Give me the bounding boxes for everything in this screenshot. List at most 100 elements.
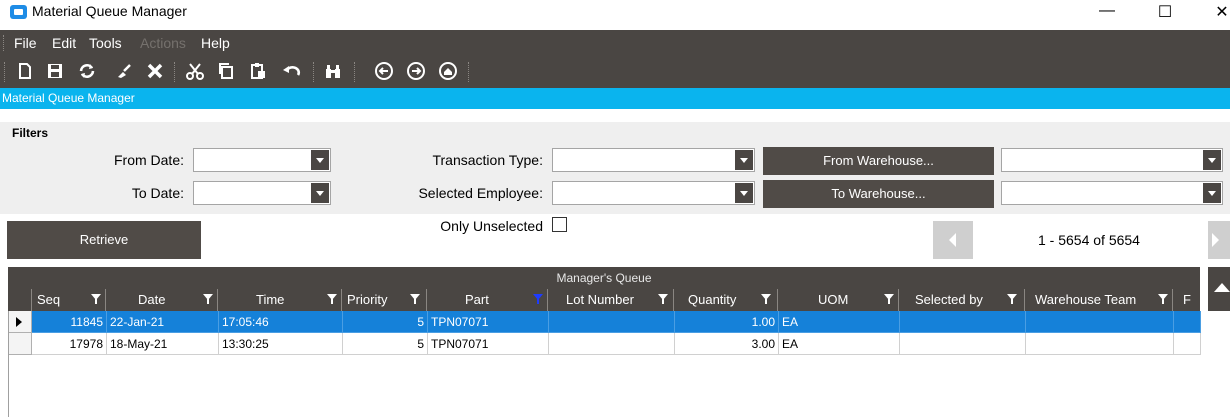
selected-employee-dropdown-icon[interactable]	[735, 183, 753, 203]
forward-icon[interactable]	[405, 61, 427, 83]
cell-uom[interactable]: EA	[779, 311, 900, 333]
toolbar-separator	[174, 62, 176, 82]
module-title-bar: Material Queue Manager	[0, 88, 1230, 109]
cell-date[interactable]: 18-May-21	[107, 333, 219, 355]
collapse-panel-button[interactable]	[1208, 267, 1230, 311]
app-icon	[10, 5, 27, 19]
filter-icon[interactable]	[327, 294, 337, 305]
column-header-seq[interactable]: Seq	[32, 289, 106, 311]
menu-grip	[3, 35, 5, 51]
save-icon[interactable]	[44, 61, 66, 83]
module-title: Material Queue Manager	[2, 91, 135, 105]
filter-icon[interactable]	[91, 294, 101, 305]
cell-quantity[interactable]: 3.00	[675, 333, 779, 355]
filter-icon[interactable]	[1158, 294, 1168, 305]
filter-icon[interactable]	[658, 294, 668, 305]
cell-lot-number[interactable]	[549, 311, 675, 333]
column-header-warehouse-team[interactable]: Warehouse Team	[1025, 289, 1173, 311]
menu-tools[interactable]: Tools	[89, 35, 122, 51]
transaction-type-dropdown-icon[interactable]	[735, 150, 753, 170]
filter-icon[interactable]	[761, 294, 771, 305]
window-title: Material Queue Manager	[32, 3, 187, 19]
cell-part[interactable]: TPN07071	[428, 333, 549, 355]
column-header-uom[interactable]: UOM	[778, 289, 899, 311]
next-page-button[interactable]	[1208, 221, 1230, 259]
cell-seq[interactable]: 11845	[32, 311, 107, 333]
transaction-type-select[interactable]	[552, 148, 755, 172]
new-icon[interactable]	[14, 61, 36, 83]
table-row[interactable]: 17978 18-May-21 13:30:25 5 TPN07071 3.00…	[9, 333, 1201, 355]
to-date-dropdown-icon[interactable]	[311, 183, 329, 203]
filter-icon[interactable]	[410, 294, 420, 305]
cell-selected-by[interactable]	[900, 311, 1026, 333]
filter-icon[interactable]	[1007, 294, 1017, 305]
from-date-label: From Date:	[113, 152, 184, 168]
table-row[interactable]: 11845 22-Jan-21 17:05:46 5 TPN07071 1.00…	[9, 311, 1201, 333]
retrieve-button[interactable]: Retrieve	[7, 221, 201, 259]
cell-warehouse-team[interactable]	[1026, 333, 1174, 355]
grid-header: Seq Date Time Priority Part Lot Number Q…	[8, 289, 1200, 311]
from-date-dropdown-icon[interactable]	[311, 150, 329, 170]
cell-seq[interactable]: 17978	[32, 333, 107, 355]
minimize-button[interactable]: —	[1097, 2, 1117, 24]
menu-file[interactable]: File	[14, 35, 37, 51]
column-header-lot-number[interactable]: Lot Number	[548, 289, 674, 311]
cell-lot-number[interactable]	[549, 333, 675, 355]
menu-help[interactable]: Help	[201, 35, 230, 51]
copy-icon[interactable]	[215, 61, 237, 83]
cut-icon[interactable]	[184, 61, 206, 83]
cell-quantity[interactable]: 1.00	[675, 311, 779, 333]
filter-icon[interactable]	[884, 294, 894, 305]
cell-truncated[interactable]	[1174, 311, 1201, 333]
column-header-label: Date	[138, 292, 166, 307]
column-header-label: UOM	[818, 292, 849, 307]
to-warehouse-dropdown-icon[interactable]	[1203, 183, 1221, 203]
to-warehouse-select[interactable]	[1001, 181, 1223, 205]
refresh-icon[interactable]	[76, 61, 98, 83]
cell-selected-by[interactable]	[900, 333, 1026, 355]
column-header-priority[interactable]: Priority	[342, 289, 427, 311]
cell-warehouse-team[interactable]	[1026, 311, 1174, 333]
column-header-label: Part	[465, 292, 489, 307]
toolbar-separator	[468, 62, 470, 82]
paste-icon[interactable]	[247, 61, 269, 83]
filter-icon[interactable]	[203, 294, 213, 305]
from-date-input[interactable]	[193, 148, 331, 172]
maximize-button[interactable]: ☐	[1155, 2, 1175, 24]
column-header-truncated[interactable]: F	[1173, 289, 1200, 311]
only-unselected-checkbox[interactable]	[552, 217, 567, 232]
selected-employee-select[interactable]	[552, 181, 755, 205]
column-header-time[interactable]: Time	[218, 289, 342, 311]
previous-page-button[interactable]	[933, 221, 973, 259]
cell-truncated[interactable]	[1174, 333, 1201, 355]
search-icon[interactable]	[322, 61, 344, 83]
menu-edit[interactable]: Edit	[52, 35, 76, 51]
cell-uom[interactable]: EA	[779, 333, 900, 355]
column-header-date[interactable]: Date	[106, 289, 218, 311]
column-header-part[interactable]: Part	[427, 289, 548, 311]
from-warehouse-button[interactable]: From Warehouse...	[763, 147, 994, 175]
back-icon[interactable]	[373, 61, 395, 83]
from-warehouse-dropdown-icon[interactable]	[1203, 150, 1221, 170]
from-warehouse-select[interactable]	[1001, 148, 1223, 172]
delete-icon[interactable]	[144, 61, 166, 83]
undo-icon[interactable]	[280, 61, 302, 83]
column-header-quantity[interactable]: Quantity	[674, 289, 778, 311]
cell-part[interactable]: TPN07071	[428, 311, 549, 333]
cell-time[interactable]: 13:30:25	[219, 333, 343, 355]
row-indicator[interactable]	[9, 333, 32, 355]
grid-body: 11845 22-Jan-21 17:05:46 5 TPN07071 1.00…	[8, 311, 1201, 417]
cell-time[interactable]: 17:05:46	[219, 311, 343, 333]
cell-date[interactable]: 22-Jan-21	[107, 311, 219, 333]
row-indicator[interactable]	[9, 311, 32, 333]
cell-priority[interactable]: 5	[343, 311, 428, 333]
cell-priority[interactable]: 5	[343, 333, 428, 355]
clear-icon[interactable]	[113, 61, 135, 83]
toolbar-separator	[313, 62, 315, 82]
filter-active-icon[interactable]	[533, 294, 543, 305]
to-date-input[interactable]	[193, 181, 331, 205]
close-button[interactable]: ✕	[1212, 2, 1230, 24]
column-header-selected-by[interactable]: Selected by	[899, 289, 1025, 311]
home-icon[interactable]	[437, 61, 459, 83]
to-warehouse-button[interactable]: To Warehouse...	[763, 180, 994, 208]
